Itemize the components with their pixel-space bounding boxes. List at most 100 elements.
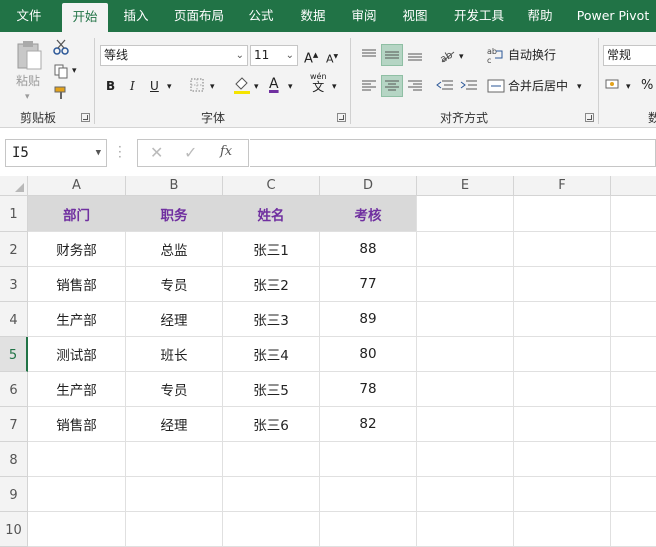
orientation-icon[interactable]: ab	[436, 44, 458, 66]
row-header-2[interactable]: 2	[0, 232, 28, 267]
align-right-icon[interactable]	[404, 75, 426, 97]
cell-d4[interactable]: 89	[320, 302, 417, 337]
row-header-9[interactable]: 9	[0, 477, 28, 512]
font-color-dropdown-icon[interactable]: ▾	[288, 78, 293, 96]
cell-f4[interactable]	[514, 302, 611, 337]
cell-d10[interactable]	[320, 512, 417, 547]
cell-f1[interactable]	[514, 196, 611, 232]
tab-file[interactable]: 文件	[0, 0, 58, 32]
cell-d9[interactable]	[320, 477, 417, 512]
cell-b6[interactable]: 专员	[126, 372, 223, 407]
cell-c2[interactable]: 张三1	[223, 232, 320, 267]
insert-function-button[interactable]: fx	[220, 144, 232, 159]
phonetic-dropdown-icon[interactable]: ▾	[332, 78, 337, 96]
cell-c10[interactable]	[223, 512, 320, 547]
tab-insert[interactable]: 插入	[114, 0, 158, 32]
cell-b10[interactable]	[126, 512, 223, 547]
cell-c9[interactable]	[223, 477, 320, 512]
paste-dropdown-icon[interactable]: ▾	[25, 88, 30, 106]
cell-d7[interactable]: 82	[320, 407, 417, 442]
clipboard-launcher-icon[interactable]	[81, 113, 90, 122]
cell-e2[interactable]	[417, 232, 514, 267]
name-box[interactable]: I5 ▼	[5, 139, 107, 167]
cell-a2[interactable]: 财务部	[28, 232, 126, 267]
cell-g6[interactable]	[611, 372, 656, 407]
column-header-e[interactable]: E	[417, 176, 514, 196]
cell-c3[interactable]: 张三2	[223, 267, 320, 302]
underline-dropdown-icon[interactable]: ▾	[167, 78, 172, 96]
cell-a10[interactable]	[28, 512, 126, 547]
underline-button[interactable]: U	[150, 77, 159, 95]
header-cell-c1[interactable]: 姓名	[223, 196, 320, 232]
formula-input[interactable]	[250, 139, 656, 167]
cell-b9[interactable]	[126, 477, 223, 512]
cell-c5[interactable]: 张三4	[223, 337, 320, 372]
cell-g10[interactable]	[611, 512, 656, 547]
cell-g2[interactable]	[611, 232, 656, 267]
cell-f5[interactable]	[514, 337, 611, 372]
tab-home[interactable]: 开始	[62, 3, 108, 32]
cell-f6[interactable]	[514, 372, 611, 407]
accounting-format-icon[interactable]	[604, 75, 624, 95]
merge-center-button[interactable]: 合并后居中	[508, 77, 568, 95]
align-left-icon[interactable]	[358, 75, 380, 97]
cell-e8[interactable]	[417, 442, 514, 477]
tab-developer[interactable]: 开发工具	[446, 0, 512, 32]
fill-color-icon[interactable]	[232, 74, 252, 96]
column-header-b[interactable]: B	[126, 176, 223, 196]
cell-g3[interactable]	[611, 267, 656, 302]
cell-f7[interactable]	[514, 407, 611, 442]
cell-e1[interactable]	[417, 196, 514, 232]
cell-b7[interactable]: 经理	[126, 407, 223, 442]
cell-b2[interactable]: 总监	[126, 232, 223, 267]
cell-c7[interactable]: 张三6	[223, 407, 320, 442]
cell-c8[interactable]	[223, 442, 320, 477]
row-header-5[interactable]: 5	[0, 337, 28, 372]
increase-indent-icon[interactable]	[458, 75, 480, 97]
row-header-1[interactable]: 1	[0, 196, 28, 232]
cell-f8[interactable]	[514, 442, 611, 477]
row-header-10[interactable]: 10	[0, 512, 28, 547]
cell-d5[interactable]: 80	[320, 337, 417, 372]
alignment-launcher-icon[interactable]	[585, 113, 594, 122]
borders-icon[interactable]	[188, 76, 206, 94]
column-header-a[interactable]: A	[28, 176, 126, 196]
cell-b4[interactable]: 经理	[126, 302, 223, 337]
cell-e5[interactable]	[417, 337, 514, 372]
cell-d2[interactable]: 88	[320, 232, 417, 267]
font-color-button[interactable]: A	[269, 75, 279, 93]
row-header-7[interactable]: 7	[0, 407, 28, 442]
cell-g8[interactable]	[611, 442, 656, 477]
header-cell-b1[interactable]: 职务	[126, 196, 223, 232]
cell-f3[interactable]	[514, 267, 611, 302]
wrap-text-button[interactable]: 自动换行	[508, 46, 556, 64]
row-header-4[interactable]: 4	[0, 302, 28, 337]
cell-a7[interactable]: 销售部	[28, 407, 126, 442]
font-launcher-icon[interactable]	[337, 113, 346, 122]
align-center-icon[interactable]	[381, 75, 403, 97]
cell-e10[interactable]	[417, 512, 514, 547]
column-header-f[interactable]: F	[514, 176, 611, 196]
decrease-font-size-button[interactable]: A▼	[326, 48, 338, 69]
cell-g9[interactable]	[611, 477, 656, 512]
formula-bar-grip-icon[interactable]: · · ·	[118, 141, 122, 163]
cell-c6[interactable]: 张三5	[223, 372, 320, 407]
cell-a9[interactable]	[28, 477, 126, 512]
column-header-c[interactable]: C	[223, 176, 320, 196]
cell-f2[interactable]	[514, 232, 611, 267]
bold-button[interactable]: B	[106, 77, 115, 95]
phonetic-guide-button[interactable]: wén 文	[310, 72, 327, 94]
cell-a6[interactable]: 生产部	[28, 372, 126, 407]
name-box-dropdown-icon[interactable]: ▼	[96, 140, 101, 166]
cell-e7[interactable]	[417, 407, 514, 442]
align-top-icon[interactable]	[358, 44, 380, 66]
font-size-select[interactable]: 11 ⌄	[250, 45, 298, 66]
cell-a8[interactable]	[28, 442, 126, 477]
row-header-3[interactable]: 3	[0, 267, 28, 302]
cell-e6[interactable]	[417, 372, 514, 407]
cancel-icon[interactable]: ✕	[150, 143, 163, 162]
cell-g5[interactable]	[611, 337, 656, 372]
cell-d3[interactable]: 77	[320, 267, 417, 302]
cell-a3[interactable]: 销售部	[28, 267, 126, 302]
header-cell-d1[interactable]: 考核	[320, 196, 417, 232]
